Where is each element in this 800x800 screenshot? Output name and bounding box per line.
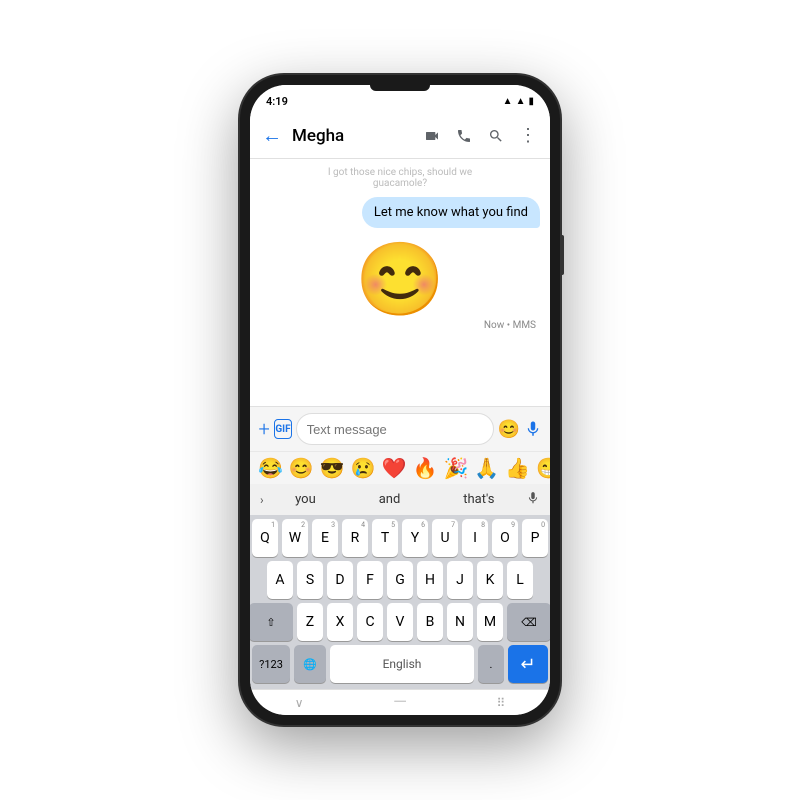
key-z[interactable]: Z: [297, 603, 323, 641]
word-suggestions-list: you and that's: [264, 492, 526, 507]
phone-screen: 4:19 ▲ ▲ ▮ ← Megha ⋮: [250, 85, 550, 715]
key-p[interactable]: 0P: [522, 519, 548, 557]
emoji-suggest-5[interactable]: ❤️: [382, 456, 407, 480]
emoji-suggestions-row: 😂 😊 😎 😢 ❤️ 🔥 🎉 🙏 👍 😁: [250, 451, 550, 484]
key-x[interactable]: X: [327, 603, 353, 641]
phone-frame: 4:19 ▲ ▲ ▮ ← Megha ⋮: [240, 75, 560, 725]
key-w[interactable]: 2W: [282, 519, 308, 557]
key-a[interactable]: A: [267, 561, 293, 599]
back-button[interactable]: ←: [258, 119, 286, 152]
key-v[interactable]: V: [387, 603, 413, 641]
key-i[interactable]: 8I: [462, 519, 488, 557]
key-y[interactable]: 6Y: [402, 519, 428, 557]
keyboard-row-1: 1Q 2W 3E 4R 5T 6Y 7U 8I 9O 0P: [252, 519, 548, 557]
mms-timestamp: Now • MMS: [260, 320, 540, 331]
key-g[interactable]: G: [387, 561, 413, 599]
bottom-nav-bar: ∨ — ⠿: [250, 689, 550, 715]
add-attachment-button[interactable]: +: [258, 414, 270, 444]
emoji-globe-key[interactable]: 🌐: [294, 645, 326, 683]
emoji-suggest-8[interactable]: 🙏: [474, 456, 499, 480]
nav-chevron-down[interactable]: ∨: [295, 696, 304, 710]
keyboard-row-4: ?123 🌐 English . ↵: [252, 645, 548, 683]
key-o[interactable]: 9O: [492, 519, 518, 557]
message-area: I got those nice chips, should weguacamo…: [250, 159, 550, 406]
key-e[interactable]: 3E: [312, 519, 338, 557]
keyboard-row-2: A S D F G H J K L: [252, 561, 548, 599]
key-u[interactable]: 7U: [432, 519, 458, 557]
key-c[interactable]: C: [357, 603, 383, 641]
nav-home-pill[interactable]: —: [393, 692, 407, 713]
keyboard-mic-icon[interactable]: [526, 490, 540, 509]
text-message-input[interactable]: [296, 413, 494, 445]
key-h[interactable]: H: [417, 561, 443, 599]
emoji-suggest-10[interactable]: 😁: [536, 456, 550, 480]
top-snippet: I got those nice chips, should weguacamo…: [260, 167, 540, 189]
word-suggestion-2[interactable]: and: [379, 492, 401, 507]
status-icons: ▲ ▲ ▮: [503, 96, 534, 107]
key-q[interactable]: 1Q: [252, 519, 278, 557]
key-k[interactable]: K: [477, 561, 503, 599]
emoji-suggest-4[interactable]: 😢: [351, 456, 376, 480]
contact-name: Megha: [290, 126, 414, 146]
emoji-suggest-7[interactable]: 🎉: [443, 456, 468, 480]
status-bar: 4:19 ▲ ▲ ▮: [250, 85, 550, 113]
shift-key[interactable]: ⇧: [250, 603, 293, 641]
emoji-sticker: 😊: [355, 244, 445, 316]
period-key[interactable]: .: [478, 645, 504, 683]
keyboard: 1Q 2W 3E 4R 5T 6Y 7U 8I 9O 0P A S D F G …: [250, 515, 550, 689]
key-b[interactable]: B: [417, 603, 443, 641]
emoji-suggest-1[interactable]: 😂: [258, 456, 283, 480]
numbers-key[interactable]: ?123: [252, 645, 290, 683]
emoji-suggest-2[interactable]: 😊: [289, 456, 314, 480]
more-options-icon[interactable]: ⋮: [514, 122, 542, 150]
key-f[interactable]: F: [357, 561, 383, 599]
nav-recents-grid[interactable]: ⠿: [496, 696, 505, 710]
sent-message-row: Let me know what you find: [260, 197, 540, 228]
video-call-icon[interactable]: [418, 122, 446, 150]
key-l[interactable]: L: [507, 561, 533, 599]
emoji-suggest-9[interactable]: 👍: [505, 456, 530, 480]
word-suggestions-row: › you and that's: [250, 484, 550, 515]
input-bar: + GIF 😊: [250, 406, 550, 451]
battery-icon: ▮: [528, 96, 534, 107]
emoji-suggest-6[interactable]: 🔥: [413, 456, 438, 480]
signal-icon: ▲: [516, 96, 526, 107]
enter-key[interactable]: ↵: [508, 645, 548, 683]
phone-call-icon[interactable]: [450, 122, 478, 150]
key-m[interactable]: M: [477, 603, 503, 641]
space-key[interactable]: English: [330, 645, 474, 683]
key-r[interactable]: 4R: [342, 519, 368, 557]
backspace-key[interactable]: ⌫: [507, 603, 550, 641]
word-suggestion-1[interactable]: you: [295, 492, 316, 507]
header-icons: ⋮: [418, 122, 542, 150]
key-d[interactable]: D: [327, 561, 353, 599]
gif-button[interactable]: GIF: [274, 419, 291, 439]
emoji-suggest-3[interactable]: 😎: [320, 456, 345, 480]
voice-input-button[interactable]: [524, 414, 542, 444]
status-time: 4:19: [266, 95, 288, 108]
key-s[interactable]: S: [297, 561, 323, 599]
wifi-icon: ▲: [503, 96, 513, 107]
app-header: ← Megha ⋮: [250, 113, 550, 159]
emoji-input-button[interactable]: 😊: [498, 414, 520, 444]
keyboard-row-3: ⇧ Z X C V B N M ⌫: [252, 603, 548, 641]
side-button: [560, 235, 564, 275]
key-t[interactable]: 5T: [372, 519, 398, 557]
word-suggestion-3[interactable]: that's: [463, 492, 494, 507]
key-n[interactable]: N: [447, 603, 473, 641]
sent-bubble: Let me know what you find: [362, 197, 540, 228]
key-j[interactable]: J: [447, 561, 473, 599]
emoji-sticker-row: 😊: [260, 244, 540, 316]
search-icon[interactable]: [482, 122, 510, 150]
